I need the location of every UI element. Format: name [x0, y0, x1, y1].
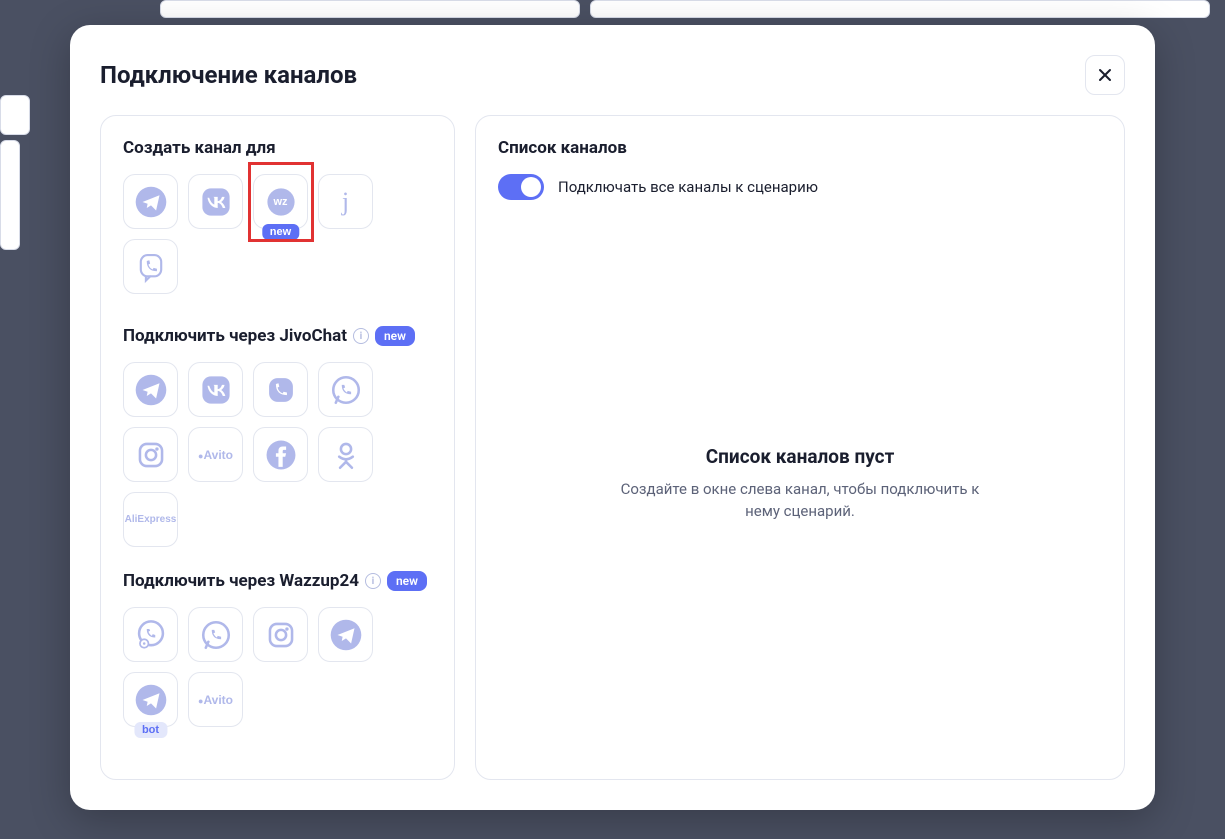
create-channel-grid: wz new j — [123, 174, 432, 294]
wazzup-avito[interactable]: ●Avito — [188, 672, 243, 727]
whatsapp-icon — [199, 618, 233, 652]
empty-title: Список каналов пуст — [706, 445, 895, 468]
connect-all-row: Подключать все каналы к сценарию — [498, 174, 1102, 200]
jivo-grid: ●Avito AliExpress — [123, 362, 432, 547]
jivo-aliexpress[interactable]: AliExpress — [123, 492, 178, 547]
jivo-facebook[interactable] — [253, 427, 308, 482]
telegram-icon — [134, 373, 168, 407]
modal-header: Подключение каналов — [100, 55, 1125, 95]
telegram-icon — [134, 683, 168, 717]
vk-icon — [199, 185, 233, 219]
bg-panel — [160, 0, 580, 18]
empty-subtitle: Создайте в окне слева канал, чтобы подкл… — [610, 478, 990, 523]
jivo-ok[interactable] — [318, 427, 373, 482]
empty-state: Список каналов пуст Создайте в окне слев… — [498, 210, 1102, 757]
modal-title: Подключение каналов — [100, 61, 357, 89]
channel-telegram[interactable] — [123, 174, 178, 229]
close-icon — [1097, 67, 1113, 83]
section-wazzup-title: Подключить через Wazzup24 i new — [123, 571, 432, 591]
close-button[interactable] — [1085, 55, 1125, 95]
channel-list-title: Список каналов — [498, 138, 1102, 158]
info-icon[interactable]: i — [353, 328, 369, 344]
wazzup-instagram[interactable] — [253, 607, 308, 662]
new-badge: new — [375, 326, 415, 346]
jivo-instagram[interactable] — [123, 427, 178, 482]
telegram-icon — [329, 618, 363, 652]
wazzup-whatsapp[interactable] — [188, 607, 243, 662]
new-badge: new — [262, 224, 299, 240]
channel-jivo[interactable]: j — [318, 174, 373, 229]
wazzup-telegram-bot[interactable]: bot — [123, 672, 178, 727]
info-icon[interactable]: i — [365, 573, 381, 589]
wazzup-telegram[interactable] — [318, 607, 373, 662]
channel-viber[interactable] — [123, 239, 178, 294]
section-create-title: Создать канал для — [123, 138, 432, 158]
facebook-icon — [264, 438, 298, 472]
bg-panel — [0, 95, 30, 135]
whatsapp-gear-icon — [134, 618, 168, 652]
jivo-whatsapp[interactable] — [318, 362, 373, 417]
viber-icon — [264, 373, 298, 407]
section-jivo-label: Подключить через JivoChat — [123, 326, 347, 346]
wazzup-whatsapp-api[interactable] — [123, 607, 178, 662]
jivo-viber[interactable] — [253, 362, 308, 417]
vk-icon — [199, 373, 233, 407]
aliexpress-icon: AliExpress — [125, 514, 177, 525]
jivo-vk[interactable] — [188, 362, 243, 417]
instagram-icon — [264, 618, 298, 652]
instagram-icon — [134, 438, 168, 472]
avito-icon: ●Avito — [198, 448, 233, 462]
connect-all-toggle[interactable] — [498, 174, 544, 200]
bg-panel — [590, 0, 1210, 18]
jivo-telegram[interactable] — [123, 362, 178, 417]
odnoklassniki-icon — [329, 438, 363, 472]
toggle-knob — [521, 177, 541, 197]
connect-channels-modal: Подключение каналов Создать канал для — [70, 25, 1155, 810]
whatsapp-icon — [329, 373, 363, 407]
jivo-icon: j — [342, 187, 349, 217]
section-wazzup-label: Подключить через Wazzup24 — [123, 571, 359, 591]
wz-text: wz — [273, 196, 287, 208]
channel-vk[interactable] — [188, 174, 243, 229]
telegram-icon — [134, 185, 168, 219]
channel-list-panel: Список каналов Подключать все каналы к с… — [475, 115, 1125, 780]
channel-wazzup[interactable]: wz new — [253, 174, 308, 229]
viber-icon — [134, 250, 168, 284]
bg-panel — [0, 140, 20, 250]
modal-content: Создать канал для wz new j — [100, 115, 1125, 780]
bot-badge: bot — [134, 722, 167, 738]
section-create-label: Создать канал для — [123, 138, 276, 158]
avito-icon: ●Avito — [198, 693, 233, 707]
connect-all-label: Подключать все каналы к сценарию — [558, 178, 818, 196]
jivo-avito[interactable]: ●Avito — [188, 427, 243, 482]
create-channel-panel: Создать канал для wz new j — [100, 115, 455, 780]
new-badge: new — [387, 571, 427, 591]
wazzup-grid: bot ●Avito — [123, 607, 432, 727]
section-jivo-title: Подключить через JivoChat i new — [123, 326, 432, 346]
